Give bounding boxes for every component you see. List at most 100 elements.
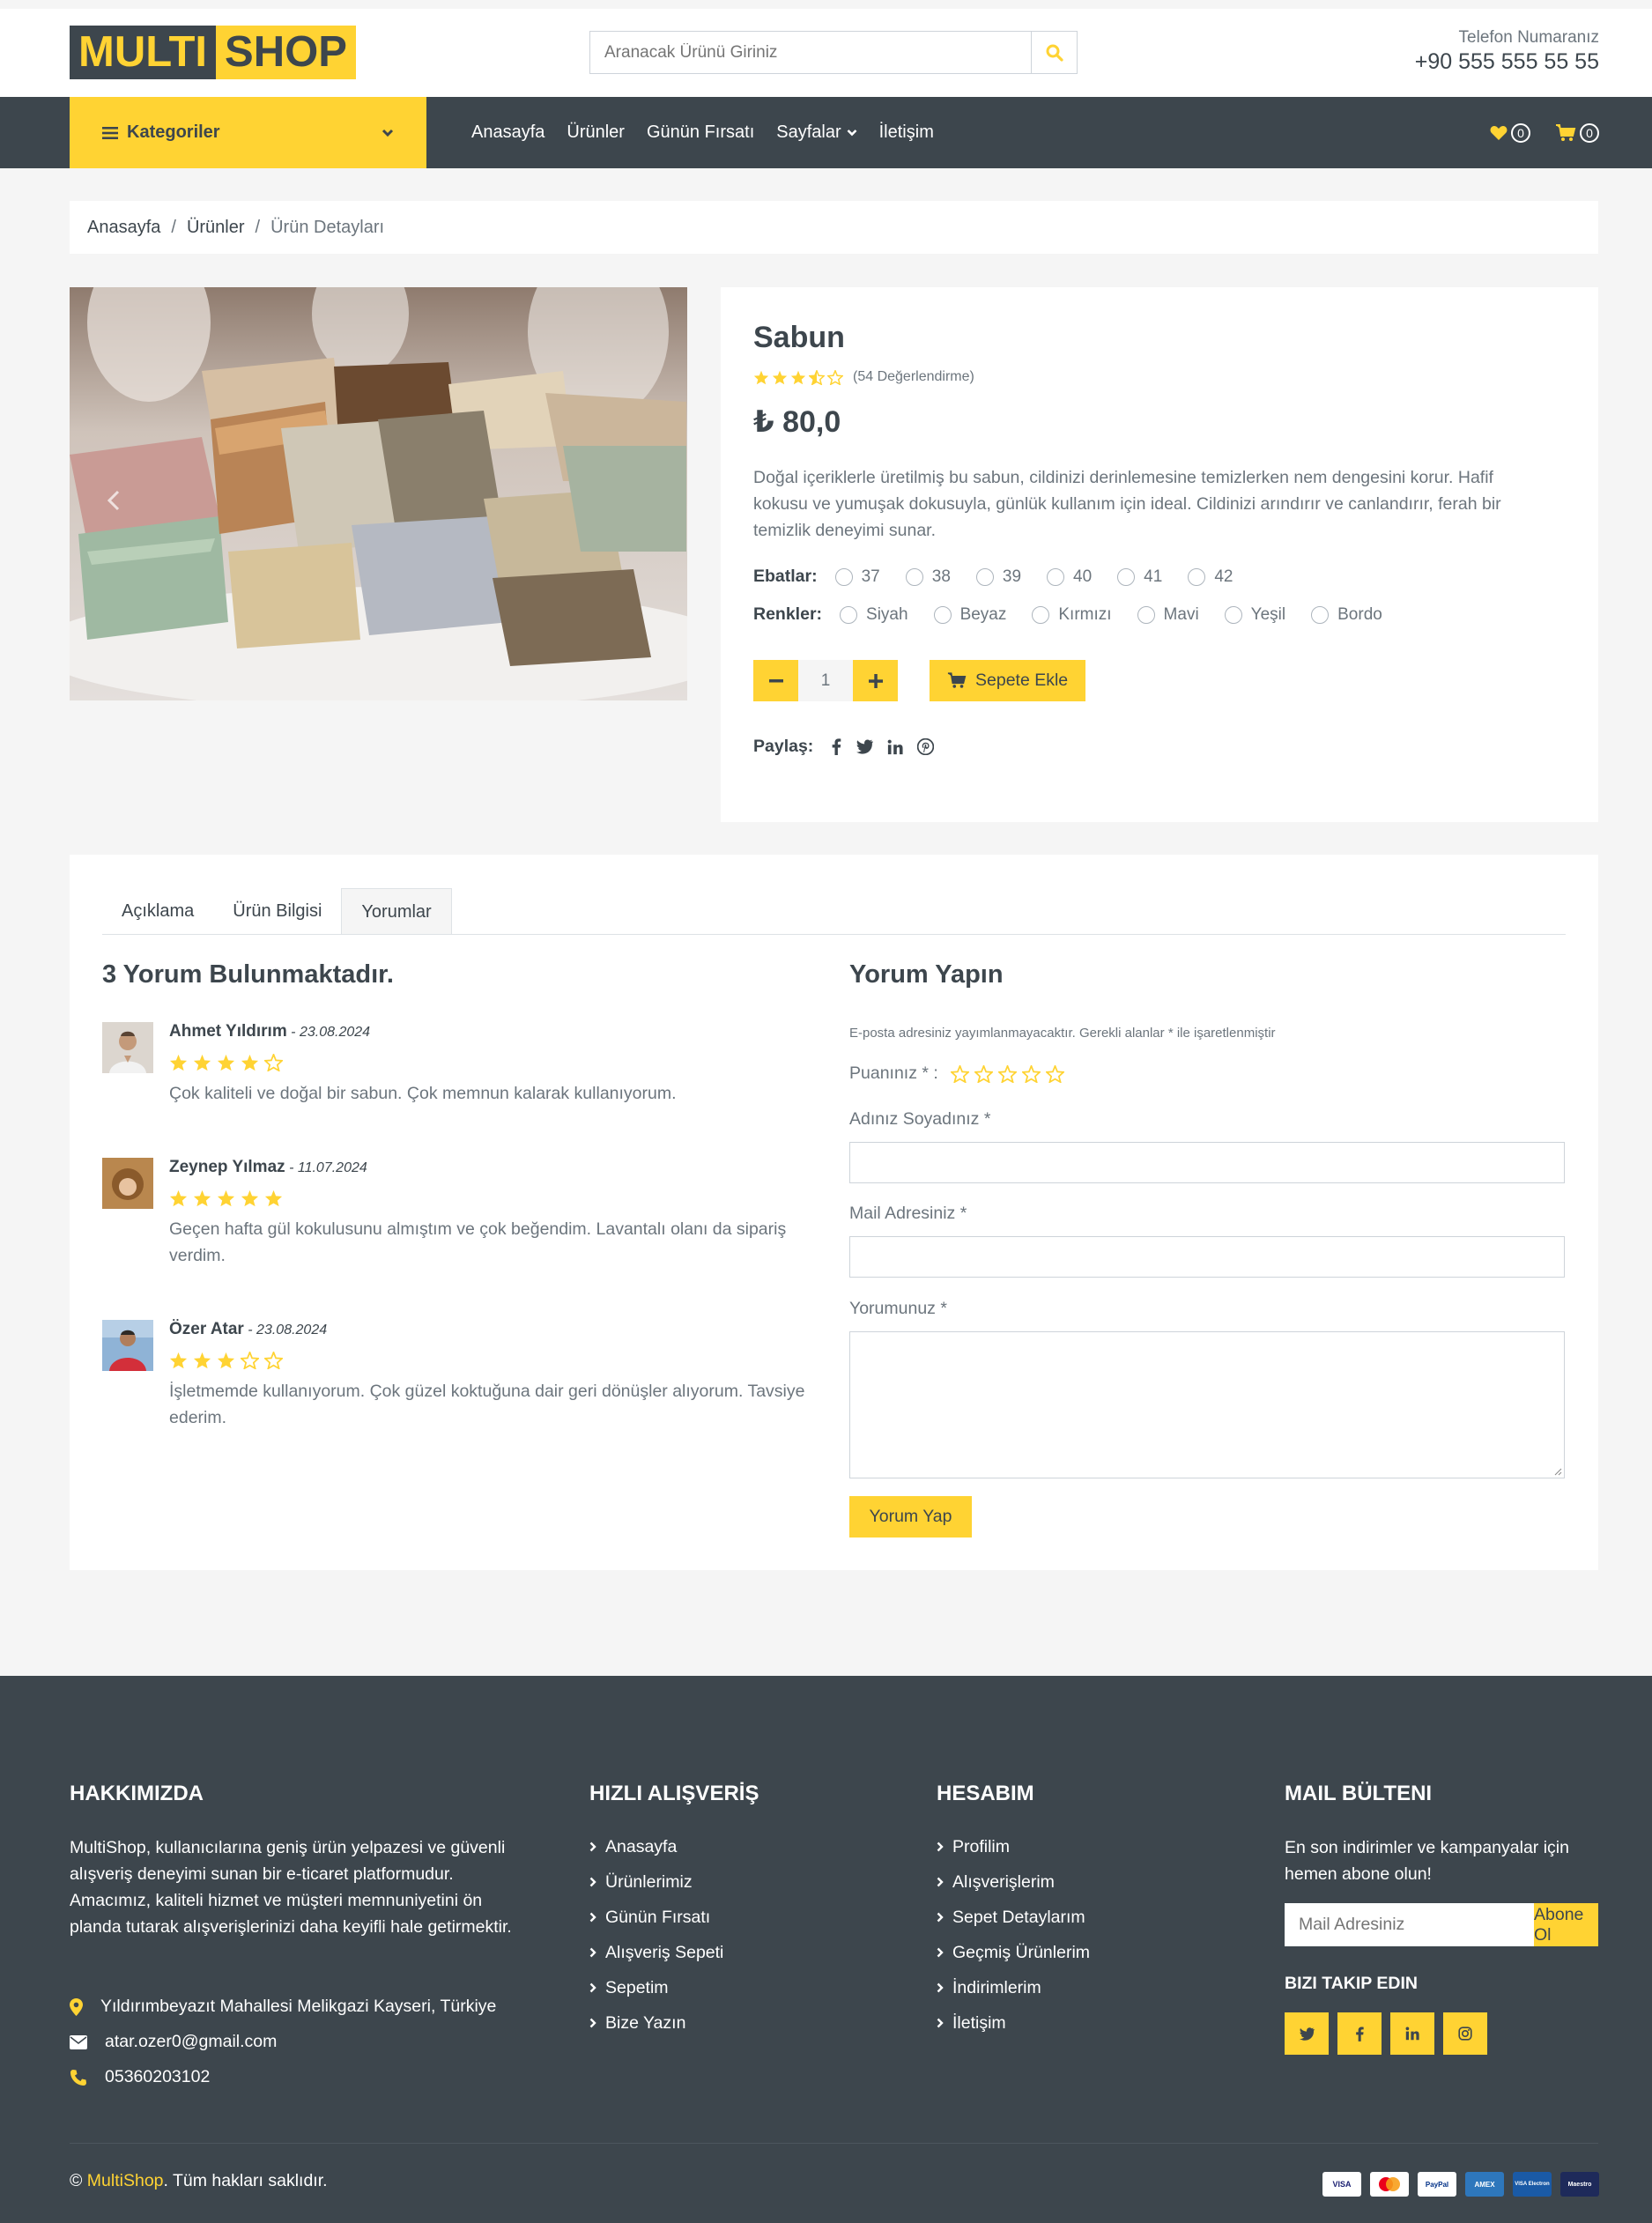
avatar [102,1022,153,1073]
pinterest-icon[interactable] [917,738,935,755]
color-option[interactable]: Siyah [840,605,908,625]
radio-circle[interactable] [1224,605,1242,624]
cart-count: 0 [1580,122,1599,143]
nav-pages-dropdown[interactable]: Sayfalar [776,122,857,143]
footer-link[interactable]: Profilim [937,1829,1090,1864]
subscribe-button[interactable]: Abone Ol [1534,1903,1598,1946]
search-input[interactable] [590,32,1031,73]
copyright-brand-link[interactable]: MultiShop [87,2171,164,2190]
radio-circle[interactable] [1032,605,1050,624]
color-option[interactable]: Yeşil [1224,605,1285,625]
review-form-note: E-posta adresiniz yayımlanmayacaktır. Ge… [849,1026,1276,1041]
footer-link[interactable]: Günün Fırsatı [589,1900,723,1935]
colors-label: Renkler: [753,604,823,624]
logo[interactable]: MULTI SHOP [70,26,356,79]
tab-description[interactable]: Açıklama [102,888,213,934]
quantity-plus-button[interactable] [853,660,898,701]
radio-circle[interactable] [933,605,952,624]
comment-textarea[interactable] [849,1331,1565,1478]
star-empty-icon [264,1352,283,1369]
product-description: Doğal içeriklerle üretilmiş bu sabun, ci… [753,468,1501,540]
star-empty-icon[interactable] [974,1064,993,1083]
cart-button[interactable]: 0 [1555,122,1599,143]
nav-contact[interactable]: İletişim [879,122,934,143]
footer-link-label: İletişim [952,2012,1006,2033]
footer-link[interactable]: Sepetim [589,1970,723,2005]
radio-circle[interactable] [1047,567,1065,586]
linkedin-button[interactable] [1390,2012,1434,2055]
star-full-icon [264,1189,283,1207]
breadcrumb-home[interactable]: Anasayfa [87,218,160,238]
footer-link[interactable]: İletişim [937,2005,1090,2041]
tab-product-info[interactable]: Ürün Bilgisi [213,888,341,934]
submit-review-button[interactable]: Yorum Yap [849,1496,972,1538]
size-option[interactable]: 37 [834,567,880,587]
email-field[interactable] [849,1236,1565,1278]
radio-circle[interactable] [1117,567,1136,586]
star-empty-icon[interactable] [997,1064,1017,1083]
twitter-button[interactable] [1285,2012,1329,2055]
twitter-icon [1299,2027,1315,2041]
nav-products[interactable]: Ürünler [567,122,625,143]
radio-circle[interactable] [834,567,853,586]
instagram-button[interactable] [1443,2012,1487,2055]
logo-part-1: MULTI [70,26,217,79]
product-details-panel: Sabun (54 Değerlendirme) ₺ 80,0 Doğal iç… [721,287,1598,822]
quantity-minus-button[interactable] [753,660,798,701]
radio-circle[interactable] [1188,567,1206,586]
linkedin-icon[interactable] [887,739,903,755]
radio-circle[interactable] [905,567,923,586]
footer-link[interactable]: Anasayfa [589,1829,723,1864]
size-option[interactable]: 41 [1117,567,1162,587]
chevron-right-icon [937,2018,944,2028]
name-field[interactable] [849,1142,1565,1183]
quantity-input[interactable]: 1 [798,660,853,701]
chevron-right-icon [589,1982,596,1993]
star-empty-icon[interactable] [1021,1064,1041,1083]
product-image-carousel[interactable] [70,287,687,700]
newsletter-email-input[interactable] [1285,1903,1534,1946]
breadcrumb-products[interactable]: Ürünler [187,218,245,238]
review-item: Özer Atar - 23.08.2024 İşletmemde kullan… [102,1320,817,1431]
visa-card-icon: VISA [1322,2172,1361,2197]
nav-daily-deal[interactable]: Günün Fırsatı [647,122,754,143]
twitter-icon[interactable] [856,739,874,754]
star-empty-icon[interactable] [950,1064,969,1083]
size-option[interactable]: 39 [975,567,1021,587]
color-label: Mavi [1163,604,1199,624]
search-button[interactable] [1031,32,1077,73]
radio-circle[interactable] [1311,605,1330,624]
review-date: - 11.07.2024 [285,1160,367,1175]
size-option[interactable]: 40 [1047,567,1092,587]
size-option[interactable]: 38 [905,567,951,587]
categories-toggle[interactable]: Kategoriler [70,97,426,168]
footer-link[interactable]: Geçmiş Ürünlerim [937,1935,1090,1970]
color-option[interactable]: Kırmızı [1032,605,1112,625]
tab-reviews[interactable]: Yorumlar [341,888,452,934]
star-empty-icon[interactable] [1045,1064,1064,1083]
color-option[interactable]: Beyaz [933,605,1006,625]
add-to-cart-button[interactable]: Sepete Ekle [930,660,1086,701]
radio-circle[interactable] [840,605,858,624]
footer-link[interactable]: Ürünlerimiz [589,1864,723,1900]
reviewer-name-text: Zeynep Yılmaz [169,1158,285,1176]
footer-link[interactable]: Bize Yazın [589,2005,723,2041]
chevron-right-icon [589,1841,596,1852]
radio-circle[interactable] [975,567,994,586]
size-option[interactable]: 42 [1188,567,1233,587]
nav-home-label: Anasayfa [471,122,545,142]
radio-circle[interactable] [1137,605,1155,624]
facebook-icon[interactable] [831,738,841,755]
follow-title: BIZI TAKIP EDIN [1285,1974,1418,1993]
footer-link[interactable]: Alışverişlerim [937,1864,1090,1900]
color-option[interactable]: Mavi [1137,605,1199,625]
footer-link[interactable]: Sepet Detaylarım [937,1900,1090,1935]
footer-link[interactable]: İndirimlerim [937,1970,1090,2005]
color-option[interactable]: Bordo [1311,605,1382,625]
footer-link[interactable]: Alışveriş Sepeti [589,1935,723,1970]
facebook-button[interactable] [1337,2012,1382,2055]
wishlist-button[interactable]: 0 [1490,122,1530,143]
nav-home[interactable]: Anasayfa [471,122,544,143]
resize-handle-icon[interactable] [1553,1467,1562,1476]
product-price: ₺ 80,0 [753,405,841,439]
